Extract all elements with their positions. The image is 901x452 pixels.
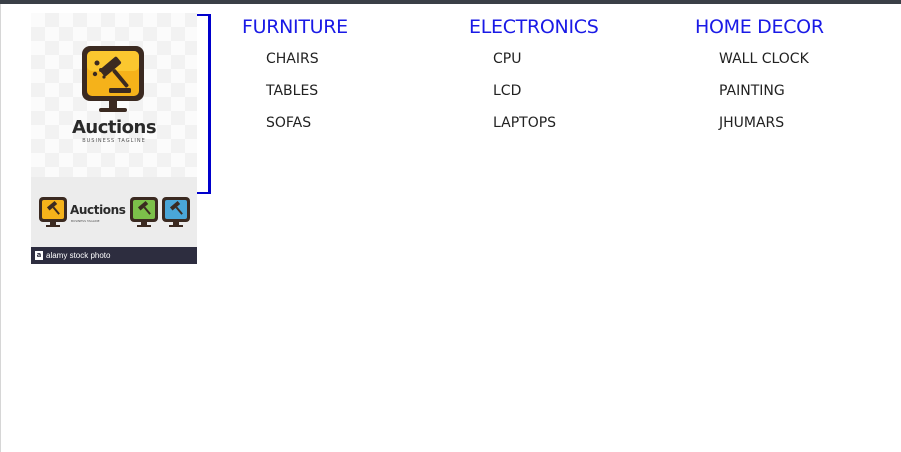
watermark-text: alamy stock photo [46,251,111,260]
alamy-icon: a [35,251,43,260]
gavel-monitor-icon [82,46,144,112]
menu-item-sofas[interactable]: SOFAS [266,113,348,145]
menu-column-furniture: FURNITURE CHAIRS TABLES SOFAS [242,14,348,145]
menu-item-painting[interactable]: PAINTING [719,81,824,113]
menu-item-tables[interactable]: TABLES [266,81,348,113]
menu-column-electronics: ELECTRONICS CPU LCD LAPTOPS [469,14,599,145]
menu-heading-home-decor[interactable]: HOME DECOR [695,14,824,40]
logo-variant-title: Auctions [70,203,126,217]
menu-item-lcd[interactable]: LCD [493,81,598,113]
menu-item-cpu[interactable]: CPU [493,49,598,81]
menu-list-furniture: CHAIRS TABLES SOFAS [266,49,348,145]
menu-item-wall-clock[interactable]: WALL CLOCK [719,49,824,81]
logo-variant-tagline: BUSINESS TAGLINE [71,219,100,223]
menu-heading-furniture[interactable]: FURNITURE [242,14,348,40]
menu-heading-electronics[interactable]: ELECTRONICS [469,14,599,40]
menu-list-home-decor: WALL CLOCK PAINTING JHUMARS [719,49,824,145]
auctions-logo-image: Auctions BUSINESS TAGLINE Auctions BUSIN… [31,13,197,264]
menu-item-jhumars[interactable]: JHUMARS [719,113,824,145]
watermark-strip: a alamy stock photo [31,247,197,264]
menu-column-home-decor: HOME DECOR WALL CLOCK PAINTING JHUMARS [695,14,824,145]
logo-tagline: BUSINESS TAGLINE [82,138,146,144]
logo-brand-title: Auctions [71,117,157,138]
menu-item-laptops[interactable]: LAPTOPS [493,113,598,145]
menu-item-chairs[interactable]: CHAIRS [266,49,348,81]
logo-bracket-divider [197,14,211,194]
menu-list-electronics: CPU LCD LAPTOPS [493,49,598,145]
logo-variants-strip: Auctions BUSINESS TAGLINE [31,177,197,247]
browser-top-bar [0,0,901,4]
window-left-edge [0,4,1,452]
